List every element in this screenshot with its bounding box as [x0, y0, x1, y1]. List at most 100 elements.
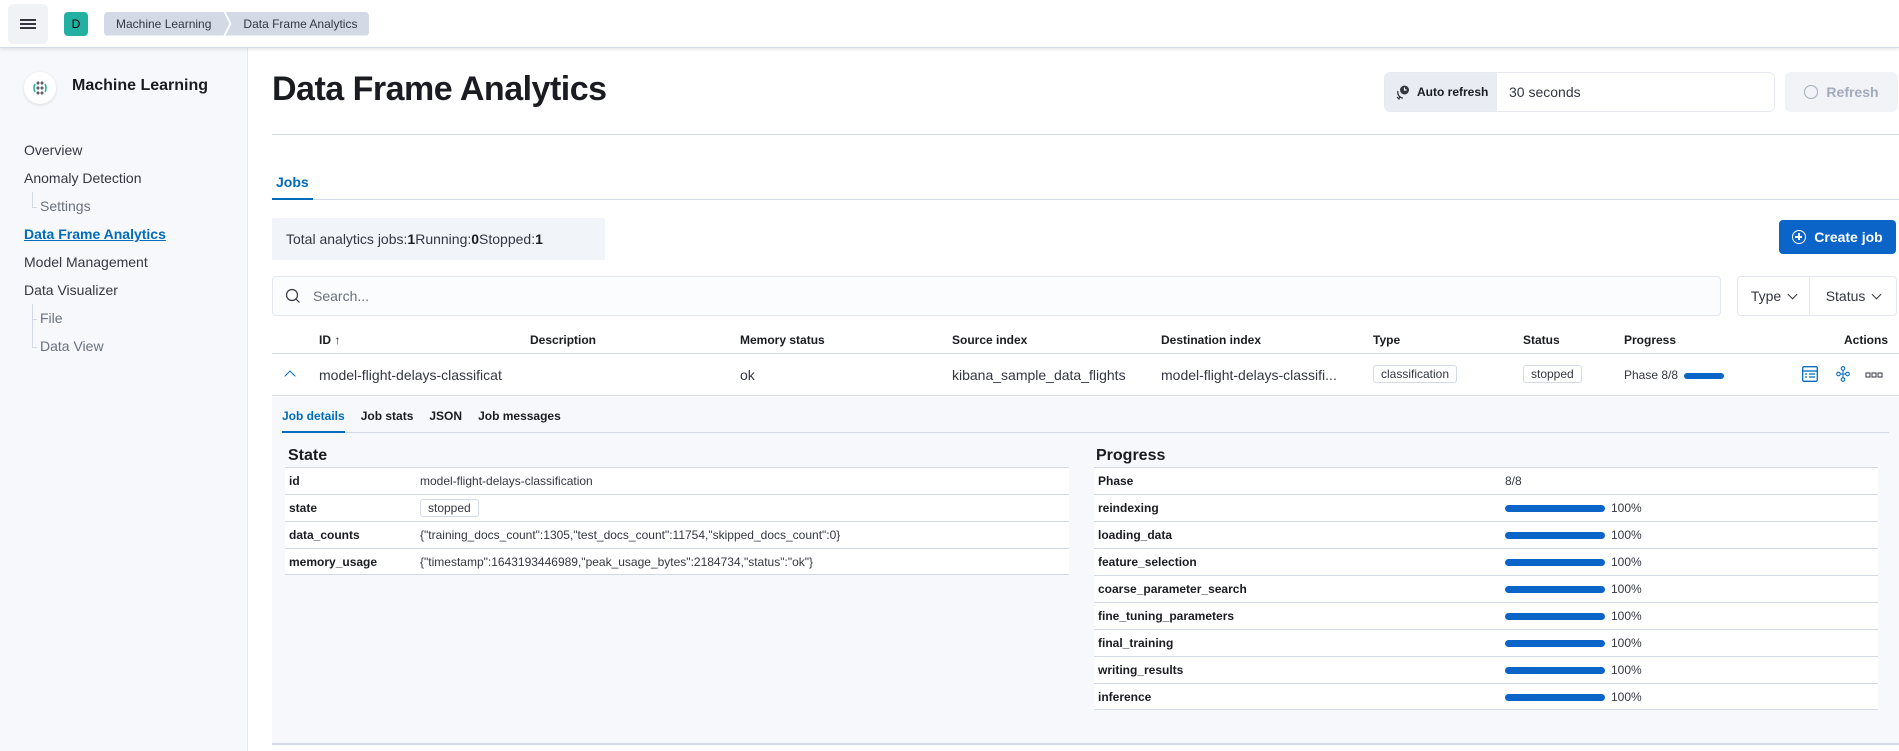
more-actions-button[interactable] [1865, 367, 1883, 383]
progress-percent: 100% [1611, 582, 1642, 596]
graph-nodes-icon [1836, 366, 1850, 382]
tab-job-messages[interactable]: Job messages [478, 409, 561, 433]
progress-row-reindexing: reindexing 100% [1094, 494, 1878, 521]
column-header-source-index[interactable]: Source index [952, 333, 1027, 347]
progress-key: loading_data [1098, 528, 1173, 542]
sidebar-nav: Overview Anomaly Detection Settings Data… [24, 136, 166, 360]
top-header: D Machine Learning Data Frame Analytics [0, 0, 1899, 48]
chevron-down-icon [1787, 289, 1798, 299]
state-value: {"training_docs_count":1305,"test_docs_c… [420, 528, 841, 542]
state-value: model-flight-delays-classification [420, 474, 593, 488]
tab-jobs[interactable]: Jobs [272, 170, 313, 200]
progress-key: writing_results [1098, 663, 1184, 677]
state-key: id [289, 474, 300, 488]
column-header-status[interactable]: Status [1523, 333, 1560, 347]
progress-value: 100% [1505, 690, 1642, 704]
refresh-label: Refresh [1826, 84, 1879, 100]
job-source-index: kibana_sample_data_flights [952, 367, 1126, 383]
progress-percent: 100% [1611, 609, 1642, 623]
sidebar-item-model-management[interactable]: Model Management [24, 248, 166, 276]
clock-refresh-icon [1396, 85, 1409, 100]
progress-row-inference: inference 100% [1094, 683, 1878, 710]
progress-key: inference [1098, 689, 1152, 704]
progress-key: final_training [1098, 636, 1174, 650]
refresh-button[interactable]: Refresh [1785, 72, 1898, 112]
progress-percent: 100% [1611, 528, 1642, 542]
job-id[interactable]: model-flight-delays-classificat [319, 367, 502, 383]
state-row-state: state stopped [285, 494, 1069, 521]
sidebar-item-data-frame-analytics[interactable]: Data Frame Analytics [24, 220, 166, 248]
progress-key: coarse_parameter_search [1098, 582, 1247, 596]
progress-value: 100% [1505, 609, 1642, 623]
refresh-spinner-icon [1804, 85, 1819, 99]
page-tabs: Jobs [272, 170, 1899, 200]
sidebar-item-data-view[interactable]: Data View [24, 332, 166, 360]
column-header-description[interactable]: Description [530, 333, 596, 347]
state-key: data_counts [289, 528, 360, 542]
progress-value: 100% [1505, 528, 1642, 542]
progress-section-title: Progress [1096, 447, 1166, 464]
breadcrumb-machine-learning[interactable]: Machine Learning [104, 12, 229, 36]
view-results-button[interactable] [1802, 366, 1818, 385]
column-header-progress[interactable]: Progress [1624, 333, 1676, 347]
progress-bar [1505, 532, 1605, 540]
sidebar-item-overview[interactable]: Overview [24, 136, 166, 164]
state-key: state [289, 501, 318, 515]
progress-key: feature_selection [1098, 555, 1197, 569]
table-row[interactable]: model-flight-delays-classificat ok kiban… [272, 354, 1899, 396]
progress-row-phase: Phase 8/8 [1094, 467, 1878, 494]
column-header-type[interactable]: Type [1373, 333, 1400, 347]
tab-job-details[interactable]: Job details [282, 409, 345, 433]
main-content: Data Frame Analytics Auto refresh 30 sec… [249, 48, 1899, 751]
jobs-table: ID ↑ Description Memory status Source in… [272, 324, 1899, 396]
sidebar-item-file[interactable]: File [24, 304, 166, 332]
filter-group: Type Status [1737, 276, 1897, 316]
progress-percent: 100% [1611, 689, 1642, 704]
tab-json[interactable]: JSON [429, 409, 462, 433]
progress-value: 100% [1505, 663, 1642, 677]
column-header-memory-status[interactable]: Memory status [740, 333, 825, 347]
create-job-button[interactable]: Create job [1779, 220, 1896, 254]
progress-bar [1505, 559, 1605, 567]
job-progress-bar [1684, 372, 1725, 379]
state-key: memory_usage [289, 554, 378, 569]
progress-list: Phase 8/8 reindexing 100% loading_data 100%… [1094, 467, 1878, 710]
search-bar [272, 276, 1721, 316]
progress-row-loading-data: loading_data 100% [1094, 521, 1878, 548]
state-row-data-counts: data_counts {"training_docs_count":1305,… [285, 521, 1069, 548]
breadcrumb: Machine Learning Data Frame Analytics [104, 11, 370, 36]
job-memory-status: ok [740, 367, 755, 383]
sidebar-item-settings[interactable]: Settings [24, 192, 166, 220]
auto-refresh-interval[interactable]: 30 seconds [1497, 73, 1774, 111]
view-map-button[interactable] [1836, 366, 1850, 385]
search-input[interactable] [313, 288, 1693, 304]
tab-job-stats[interactable]: Job stats [361, 409, 414, 433]
progress-bar [1505, 667, 1605, 675]
progress-value: 100% [1505, 636, 1642, 650]
auto-refresh-toggle[interactable]: Auto refresh [1385, 73, 1497, 111]
sidebar-item-data-visualizer[interactable]: Data Visualizer [24, 276, 166, 304]
status-filter-button[interactable]: Status [1810, 277, 1896, 315]
sidebar-item-anomaly-detection[interactable]: Anomaly Detection [24, 164, 166, 192]
progress-percent: 100% [1611, 636, 1642, 650]
progress-row-fine-tuning-parameters: fine_tuning_parameters 100% [1094, 602, 1878, 629]
table-list-icon [1802, 366, 1818, 382]
progress-row-writing-results: writing_results 100% [1094, 656, 1878, 683]
chevron-up-icon [284, 370, 296, 382]
breadcrumb-data-frame-analytics: Data Frame Analytics [225, 11, 370, 36]
column-header-id[interactable]: ID ↑ [319, 333, 340, 347]
space-avatar[interactable]: D [64, 11, 88, 36]
collapse-row-button[interactable] [284, 368, 296, 382]
state-row-id: id model-flight-delays-classification [285, 467, 1069, 494]
job-progress-label: Phase 8/8 [1624, 368, 1679, 382]
state-value: {"timestamp":1643193446989,"peak_usage_b… [420, 554, 814, 569]
progress-value: 100% [1505, 501, 1642, 515]
state-row-memory-usage: memory_usage {"timestamp":1643193446989,… [285, 548, 1069, 575]
column-header-destination-index[interactable]: Destination index [1161, 333, 1261, 347]
progress-key: Phase [1098, 474, 1134, 488]
progress-percent: 100% [1611, 501, 1642, 515]
menu-toggle-button[interactable] [8, 3, 48, 44]
auto-refresh-label: Auto refresh [1417, 85, 1489, 99]
type-filter-button[interactable]: Type [1738, 277, 1811, 315]
progress-bar [1505, 640, 1605, 648]
